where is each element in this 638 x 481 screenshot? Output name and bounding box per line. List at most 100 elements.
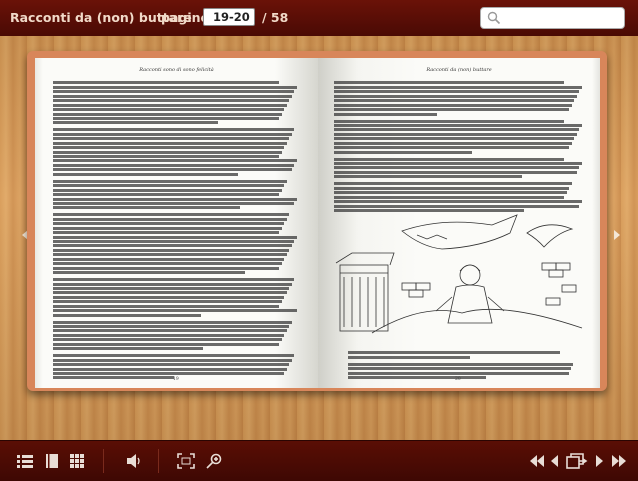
text-line	[53, 137, 290, 141]
text-line	[53, 90, 295, 94]
text-line	[53, 295, 285, 299]
text-line	[334, 204, 579, 208]
pages-total: / 58	[262, 10, 289, 25]
text-line	[348, 351, 560, 355]
text-line	[334, 162, 582, 165]
grid-icon[interactable]	[68, 453, 86, 469]
text-line	[53, 231, 280, 235]
text-line	[53, 333, 285, 337]
left-page-number: 19	[173, 377, 179, 382]
text-line	[334, 191, 567, 195]
text-line	[53, 363, 290, 367]
text-line	[53, 313, 201, 317]
text-line	[53, 184, 285, 188]
text-line	[334, 85, 582, 89]
page-illustration	[335, 214, 583, 334]
speaker-icon[interactable]	[125, 453, 143, 469]
text-line	[334, 119, 564, 123]
text-line	[53, 253, 287, 257]
list-icon[interactable]	[16, 453, 34, 469]
text-line	[53, 235, 297, 239]
double-page-icon[interactable]	[565, 453, 589, 469]
previous-page-icon[interactable]	[548, 453, 560, 469]
right-page-text	[334, 80, 584, 213]
text-line	[53, 112, 282, 116]
last-page-icon[interactable]	[610, 453, 628, 469]
text-line	[53, 168, 292, 172]
text-line	[53, 146, 285, 150]
text-line	[334, 150, 472, 154]
text-line	[53, 121, 218, 125]
text-line	[53, 371, 285, 375]
text-line	[334, 94, 577, 98]
text-line	[53, 103, 287, 107]
text-line	[53, 193, 280, 197]
text-line	[53, 217, 287, 221]
left-page[interactable]: Racconti sono di sono felicità 19	[35, 58, 318, 388]
text-line	[53, 188, 282, 192]
text-line	[53, 172, 238, 176]
text-line	[53, 163, 295, 167]
fullscreen-icon[interactable]	[177, 453, 195, 469]
text-line	[53, 132, 292, 136]
text-line	[53, 213, 290, 217]
text-line	[53, 197, 297, 201]
text-line	[53, 304, 280, 308]
text-line	[334, 208, 524, 212]
text-line	[348, 367, 572, 371]
text-line	[334, 166, 579, 170]
first-page-icon[interactable]	[528, 453, 546, 469]
text-line	[53, 244, 292, 248]
text-line	[53, 155, 280, 158]
toolbar-divider	[103, 449, 104, 473]
right-page[interactable]: Racconti da (non) buttare 20	[318, 58, 600, 388]
text-line	[53, 342, 280, 346]
left-page-text	[53, 80, 299, 381]
text-line	[53, 99, 290, 103]
text-line	[53, 179, 287, 183]
text-line	[334, 141, 572, 145]
book-icon[interactable]	[43, 453, 61, 469]
text-line	[53, 300, 282, 304]
text-line	[53, 94, 292, 98]
text-line	[53, 320, 292, 324]
right-page-header: Racconti da (non) buttare	[426, 67, 492, 73]
text-line	[53, 358, 292, 362]
text-line	[53, 141, 287, 145]
page-number-input[interactable]: 19-20	[203, 8, 255, 26]
text-line	[53, 329, 287, 333]
text-line	[334, 200, 582, 204]
search-input[interactable]	[480, 7, 625, 29]
next-page-icon[interactable]	[594, 453, 606, 469]
text-line	[53, 81, 280, 85]
text-line	[53, 278, 295, 282]
text-line	[53, 85, 297, 89]
left-page-header: Racconti sono di sono felicità	[139, 67, 214, 73]
zoom-icon[interactable]	[204, 453, 226, 469]
text-line	[334, 170, 577, 174]
text-line	[53, 206, 240, 210]
text-line	[53, 128, 295, 132]
bottom-toolbar	[0, 440, 638, 481]
top-toolbar: Racconti da (non) buttare pagine: 19-20 …	[0, 0, 638, 37]
text-line	[334, 132, 577, 136]
text-line	[348, 362, 574, 366]
next-page-arrow-icon[interactable]	[614, 230, 620, 240]
text-line	[53, 159, 297, 163]
text-line	[334, 108, 569, 112]
text-line	[334, 90, 579, 94]
text-line	[53, 338, 282, 342]
text-line	[53, 262, 282, 266]
text-line	[334, 146, 569, 150]
text-line	[53, 226, 282, 230]
text-line	[53, 222, 285, 226]
text-line	[53, 325, 290, 328]
text-line	[53, 150, 282, 154]
text-line	[53, 376, 174, 380]
text-line	[334, 99, 574, 103]
text-line	[334, 182, 572, 186]
text-line	[53, 266, 280, 270]
text-line	[348, 376, 486, 380]
text-line	[334, 123, 582, 127]
text-line	[53, 367, 287, 371]
